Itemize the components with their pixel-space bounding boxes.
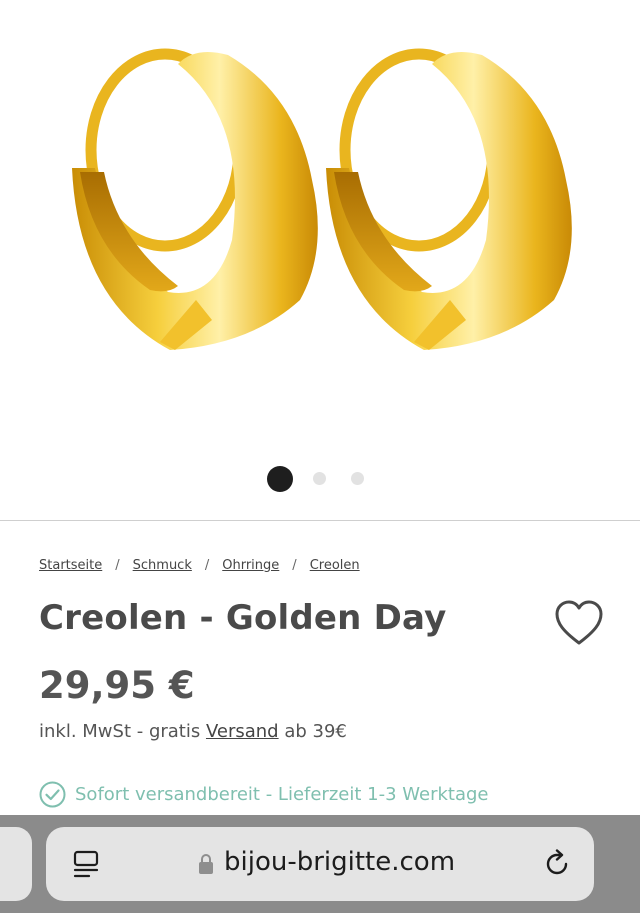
breadcrumb-separator: / [204,558,210,573]
tax-prefix: inkl. MwSt - gratis [39,721,206,742]
previous-tab-preview[interactable] [0,827,32,901]
breadcrumb-startseite[interactable]: Startseite [39,558,102,573]
earring-right [326,48,572,350]
earring-left [72,48,318,350]
lock-icon [199,854,213,874]
carousel-dot-3[interactable] [351,472,364,485]
product-title: Creolen - Golden Day [39,598,447,638]
heart-outline-icon [555,600,603,645]
availability-text: Sofort versandbereit - Lieferzeit 1-3 We… [75,783,489,805]
carousel-dot-1[interactable] [267,466,293,492]
tax-shipping-info: inkl. MwSt - gratis Versand ab 39€ [39,721,347,742]
shipping-link[interactable]: Versand [206,721,279,742]
availability-status: Sofort versandbereit - Lieferzeit 1-3 We… [39,780,488,808]
url-text[interactable]: bijou-brigitte.com [224,847,455,877]
product-image-gallery[interactable] [0,0,640,520]
product-price: 29,95 € [39,664,195,707]
breadcrumb-separator: / [292,558,297,573]
divider [0,520,640,521]
breadcrumb-separator: / [115,558,120,573]
tax-suffix: ab 39€ [278,721,347,742]
browser-toolbar: bijou-brigitte.com [0,815,640,913]
breadcrumb-ohrringe[interactable]: Ohrringe [222,558,279,573]
carousel-dots [0,466,640,492]
reload-icon[interactable] [542,849,572,879]
breadcrumb-schmuck[interactable]: Schmuck [133,558,192,573]
carousel-dot-2[interactable] [313,472,326,485]
gold-hoop-earrings-icon [72,48,572,350]
wishlist-button[interactable] [553,598,605,648]
check-circle-icon [39,781,66,807]
tabs-overview-icon[interactable] [72,849,100,879]
breadcrumb: Startseite / Schmuck / Ohrringe / Creole… [39,558,360,573]
address-bar[interactable]: bijou-brigitte.com [46,827,594,901]
breadcrumb-creolen[interactable]: Creolen [310,558,360,573]
